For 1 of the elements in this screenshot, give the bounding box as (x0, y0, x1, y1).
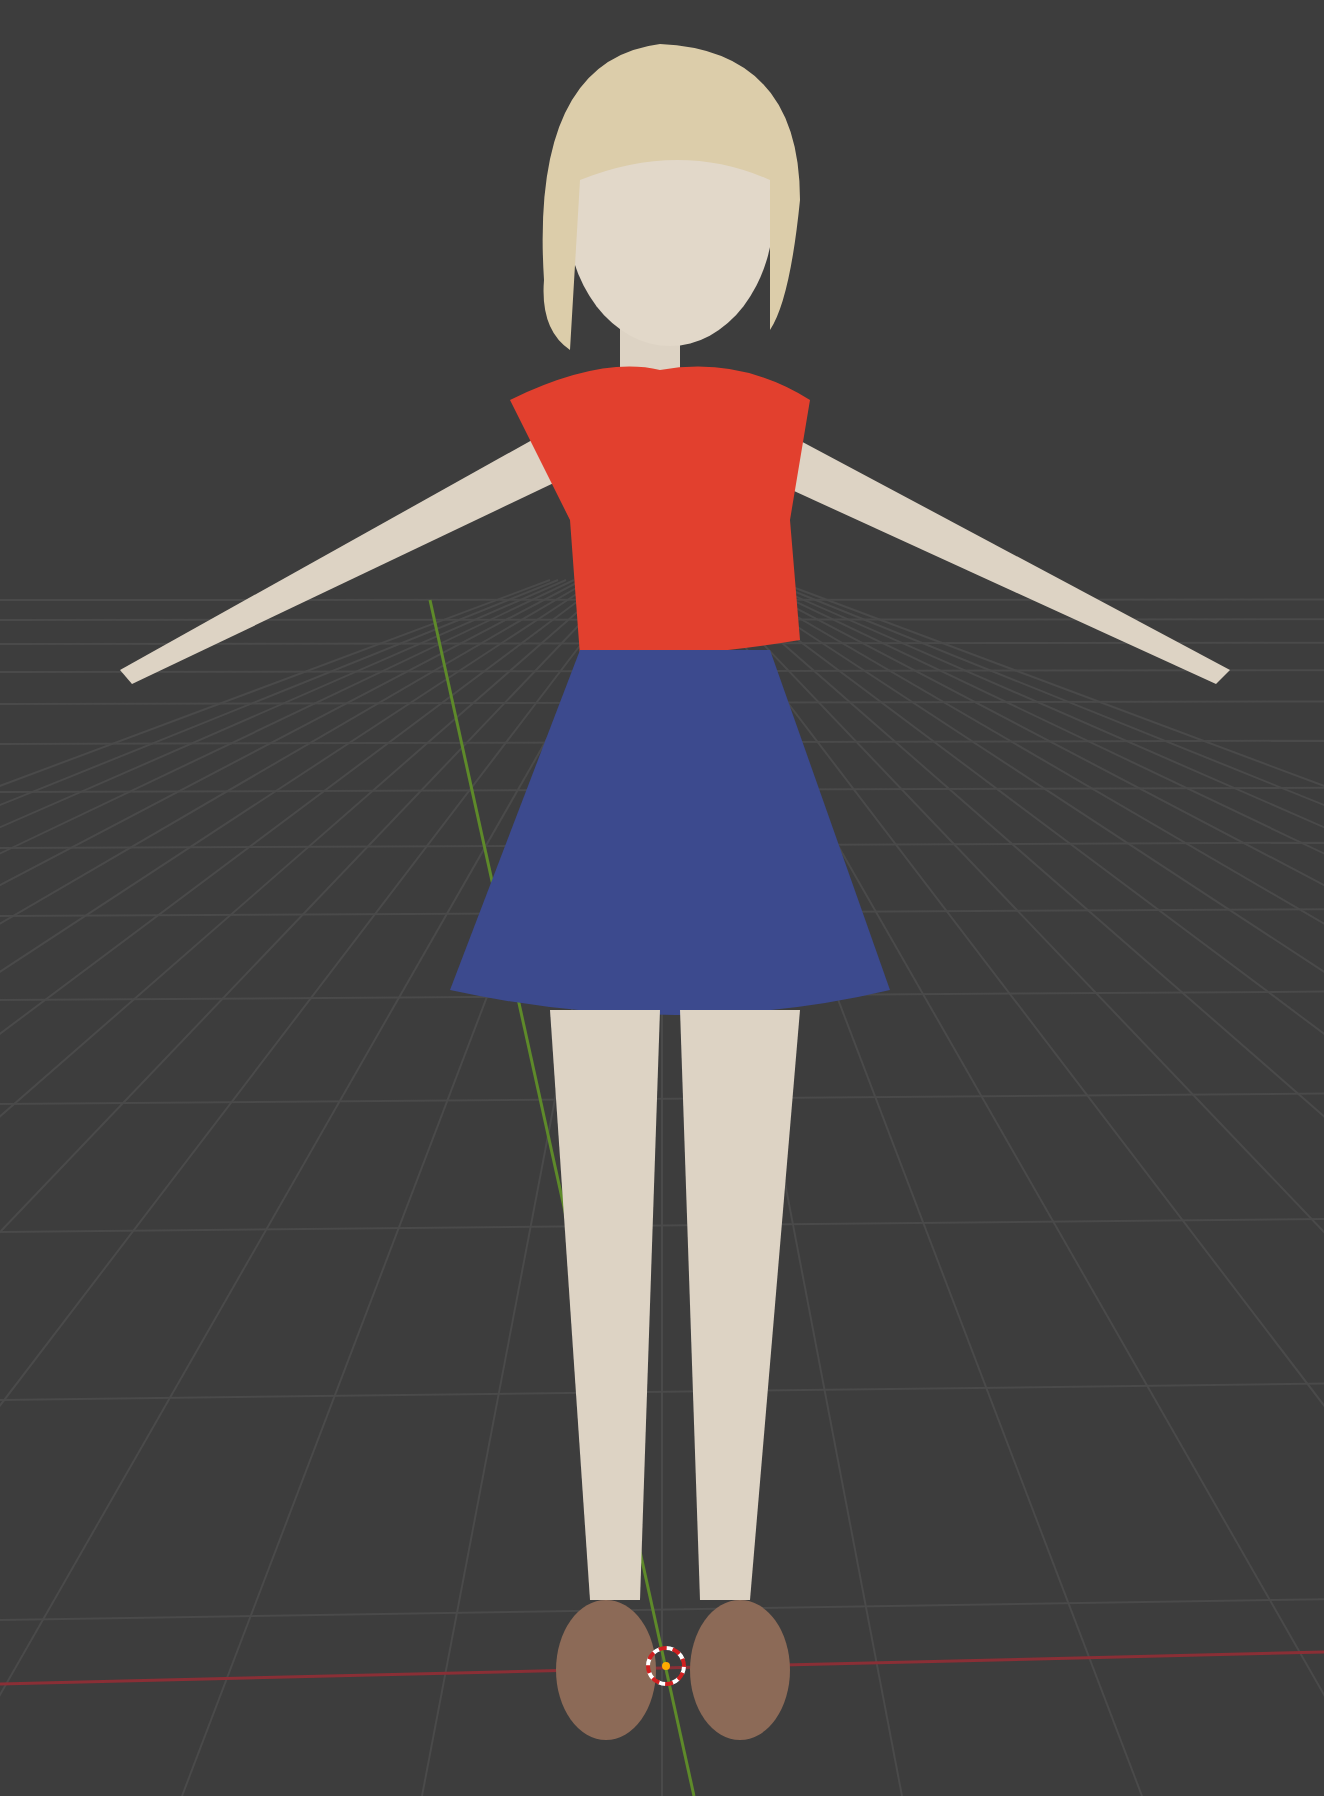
cursor-target-icon (646, 1646, 686, 1686)
